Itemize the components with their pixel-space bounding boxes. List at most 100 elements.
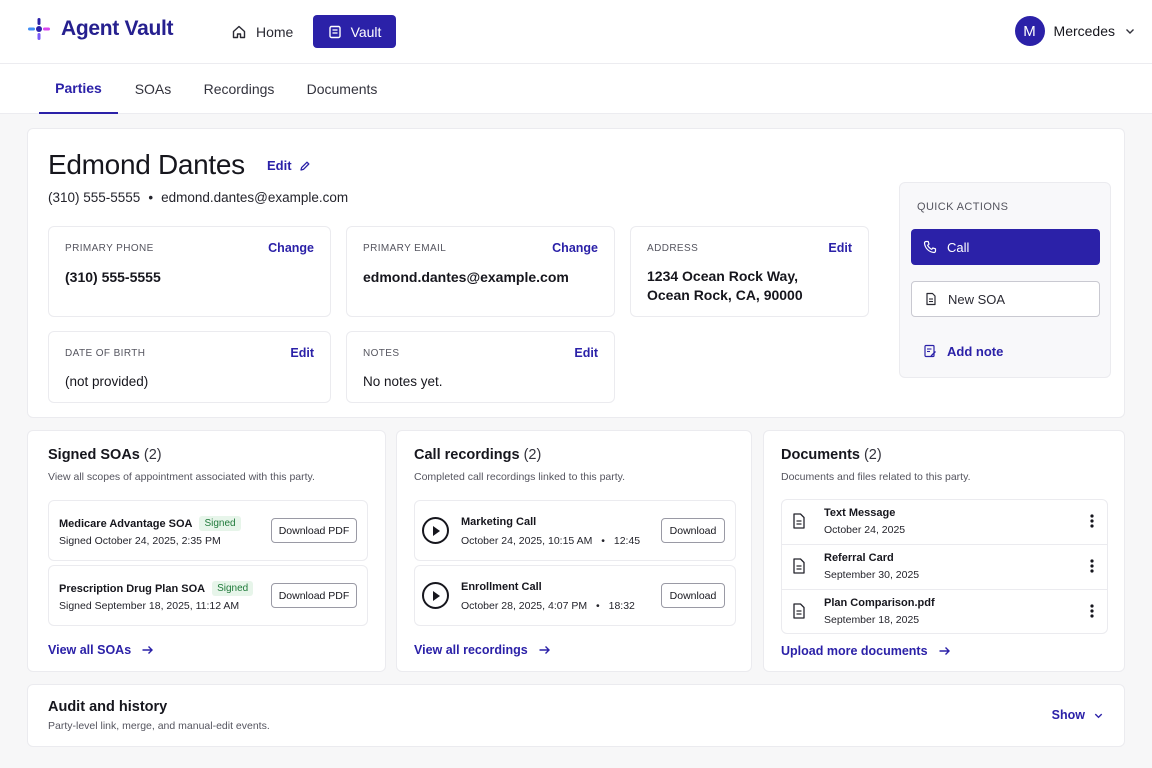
download-button[interactable]: Download xyxy=(661,583,725,608)
add-note-button[interactable]: Add note xyxy=(911,333,1100,369)
item-title: Prescription Drug Plan SOA Signed xyxy=(59,581,254,596)
add-note-label: Add note xyxy=(947,343,1004,359)
status-badge: Signed xyxy=(212,581,254,596)
file-icon xyxy=(792,513,806,529)
quick-actions-panel: QUICK ACTIONS Call New SOA Add note xyxy=(899,182,1111,378)
download-button[interactable]: Download xyxy=(661,518,725,543)
logo-icon xyxy=(27,17,51,41)
field-label: PRIMARY EMAIL xyxy=(363,243,447,254)
recording-meta: October 24, 2025, 10:15 AM • 12:45 xyxy=(461,535,640,547)
call-button[interactable]: Call xyxy=(911,229,1100,265)
brand[interactable]: Agent Vault xyxy=(27,17,174,41)
documents-title: Documents xyxy=(781,447,860,463)
soa-title: Medicare Advantage SOA xyxy=(59,517,193,530)
field-value: edmond.dantes@example.com xyxy=(363,269,569,285)
tab-recordings[interactable]: Recordings xyxy=(196,64,282,114)
nav-vault[interactable]: Vault xyxy=(313,15,396,48)
change-email-button[interactable]: Change xyxy=(552,241,598,255)
download-pdf-button[interactable]: Download PDF xyxy=(271,583,357,608)
field-label: DATE OF BIRTH xyxy=(65,348,146,359)
arrow-right-icon xyxy=(938,645,951,657)
more-vertical-icon[interactable] xyxy=(1089,513,1095,529)
edit-notes-button[interactable]: Edit xyxy=(574,346,598,360)
play-icon xyxy=(431,525,441,537)
tab-parties[interactable]: Parties xyxy=(39,64,118,114)
recordings-title: Call recordings xyxy=(414,447,520,463)
panel-title: Documents (2) xyxy=(781,447,882,463)
arrow-right-icon xyxy=(141,644,154,656)
signed-date: Signed October 24, 2025, 2:35 PM xyxy=(59,535,221,547)
list-item: Medicare Advantage SOA Signed Signed Oct… xyxy=(48,500,368,561)
link-label: View all recordings xyxy=(414,643,528,657)
file-icon xyxy=(792,558,806,574)
document-title: Text Message xyxy=(824,507,896,519)
new-soa-button[interactable]: New SOA xyxy=(911,281,1100,317)
tab-documents[interactable]: Documents xyxy=(298,64,386,114)
document-icon xyxy=(924,292,938,306)
top-bar: Agent Vault Home Vault M Mercedes xyxy=(0,0,1152,64)
document-date: September 30, 2025 xyxy=(824,569,920,581)
field-value: (not provided) xyxy=(65,374,149,389)
view-all-recordings-link[interactable]: View all recordings xyxy=(414,643,551,657)
address-line-2: Ocean Rock, CA, 90000 xyxy=(647,287,803,303)
user-menu[interactable]: M Mercedes xyxy=(1014,16,1136,46)
contact-separator: • xyxy=(148,190,154,205)
play-button[interactable] xyxy=(422,517,449,544)
call-recordings-panel: Call recordings (2) Completed call record… xyxy=(396,430,752,672)
item-title: Medicare Advantage SOA Signed xyxy=(59,516,241,531)
more-vertical-icon[interactable] xyxy=(1089,603,1095,619)
tab-soas[interactable]: SOAs xyxy=(124,64,182,114)
link-label: Upload more documents xyxy=(781,644,928,658)
home-icon xyxy=(231,24,247,40)
panel-subtitle: Documents and files related to this part… xyxy=(781,471,971,483)
field-primary-email: PRIMARY EMAIL Change edmond.dantes@examp… xyxy=(346,226,615,317)
nav-home[interactable]: Home xyxy=(231,19,293,45)
document-row[interactable]: Plan Comparison.pdf September 18, 2025 xyxy=(782,590,1107,635)
audit-title: Audit and history xyxy=(48,699,168,715)
field-label: PRIMARY PHONE xyxy=(65,243,154,254)
call-label: Call xyxy=(947,239,970,255)
more-vertical-icon[interactable] xyxy=(1089,558,1095,574)
party-email: edmond.dantes@example.com xyxy=(161,190,349,205)
show-audit-toggle[interactable]: Show xyxy=(1052,708,1104,722)
list-item: Enrollment Call October 28, 2025, 4:07 P… xyxy=(414,565,736,626)
download-pdf-button[interactable]: Download PDF xyxy=(271,518,357,543)
link-label: View all SOAs xyxy=(48,643,132,657)
document-row[interactable]: Referral Card September 30, 2025 xyxy=(782,545,1107,590)
play-button[interactable] xyxy=(422,582,449,609)
audit-panel: Audit and history Party-level link, merg… xyxy=(27,684,1125,747)
signed-soas-panel: Signed SOAs (2) View all scopes of appoin… xyxy=(27,430,386,672)
tab-bar: Parties SOAs Recordings Documents xyxy=(0,64,1152,114)
recording-meta: October 28, 2025, 4:07 PM • 18:32 xyxy=(461,600,635,612)
recording-duration: 18:32 xyxy=(608,600,635,612)
edit-party-label: Edit xyxy=(267,158,292,173)
panel-title: Call recordings (2) xyxy=(414,447,541,463)
status-badge: Signed xyxy=(199,516,241,531)
field-primary-phone: PRIMARY PHONE Change (310) 555-5555 xyxy=(48,226,331,317)
soas-count: (2) xyxy=(143,447,162,463)
field-value: (310) 555-5555 xyxy=(65,269,161,285)
document-date: October 24, 2025 xyxy=(824,524,906,536)
meta-separator: • xyxy=(596,600,600,612)
edit-dob-button[interactable]: Edit xyxy=(290,346,314,360)
field-address: ADDRESS Edit 1234 Ocean Rock Way, Ocean … xyxy=(630,226,869,317)
view-all-soas-link[interactable]: View all SOAs xyxy=(48,643,154,657)
chevron-down-icon xyxy=(1093,710,1104,721)
change-phone-button[interactable]: Change xyxy=(268,241,314,255)
meta-separator: • xyxy=(601,535,605,547)
party-name: Edmond Dantes xyxy=(48,149,245,180)
soas-title: Signed SOAs xyxy=(48,447,140,463)
edit-address-button[interactable]: Edit xyxy=(828,241,852,255)
note-icon xyxy=(923,344,937,358)
upload-documents-link[interactable]: Upload more documents xyxy=(781,644,951,658)
field-label: ADDRESS xyxy=(647,243,699,254)
document-date: September 18, 2025 xyxy=(824,614,920,626)
show-label: Show xyxy=(1051,708,1085,722)
pencil-icon xyxy=(299,160,311,172)
party-phone: (310) 555-5555 xyxy=(48,190,141,205)
field-date-of-birth: DATE OF BIRTH Edit (not provided) xyxy=(48,331,331,403)
edit-party-button[interactable]: Edit xyxy=(267,158,311,173)
nav-home-label: Home xyxy=(256,24,294,40)
document-row[interactable]: Text Message October 24, 2025 xyxy=(782,500,1107,545)
party-contact-line: (310) 555-5555 • edmond.dantes@example.c… xyxy=(48,190,348,205)
